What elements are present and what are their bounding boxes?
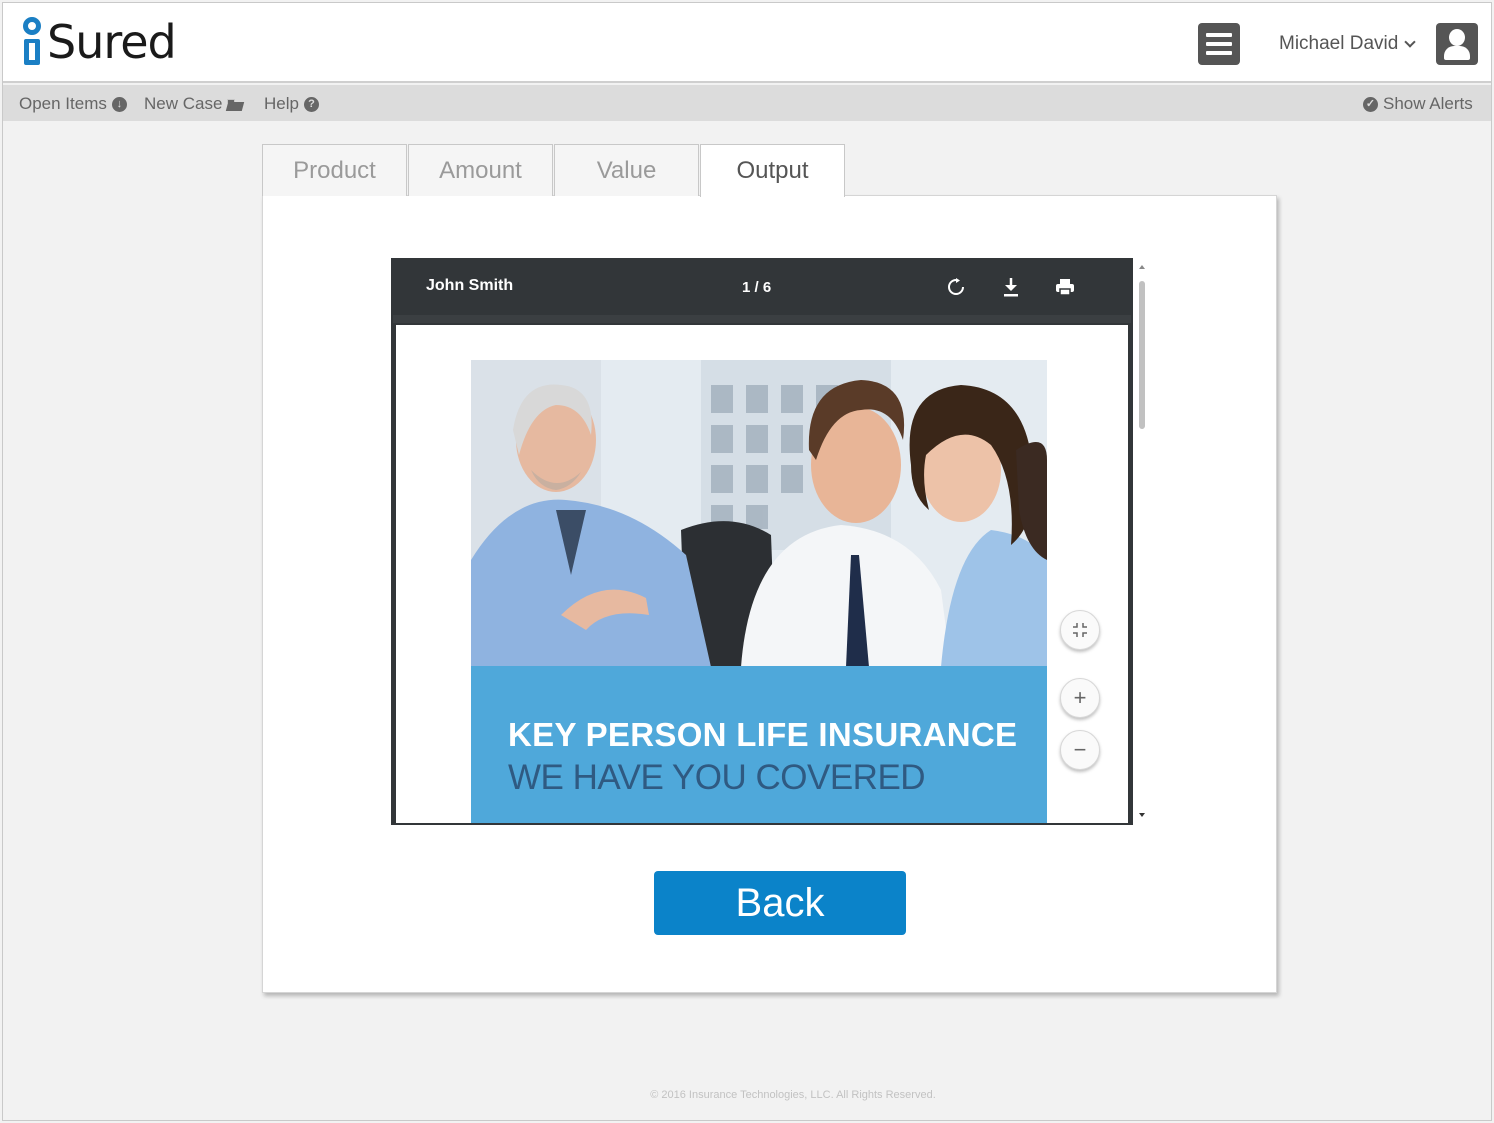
fit-page-button[interactable] (1060, 610, 1100, 650)
back-button[interactable]: Back (654, 871, 906, 935)
pdf-toolbar: John Smith 1 / 6 (393, 260, 1131, 315)
hamburger-menu-button[interactable] (1198, 23, 1240, 65)
pdf-scroll-thumb[interactable] (1139, 281, 1145, 429)
cover-title: KEY PERSON LIFE INSURANCE (508, 716, 1018, 753)
logo-mark-icon (21, 17, 43, 69)
rotate-icon[interactable] (945, 276, 967, 298)
zoom-out-button[interactable]: − (1060, 730, 1100, 770)
help-label: Help (264, 94, 299, 113)
tab-amount[interactable]: Amount (408, 144, 553, 196)
cover-page: KEY PERSON LIFE INSURANCE WE HAVE YOU CO… (471, 360, 1047, 823)
tab-value[interactable]: Value (554, 144, 699, 196)
user-menu-dropdown[interactable]: Michael David (1279, 33, 1416, 55)
scroll-down-arrow-icon[interactable] (1139, 813, 1145, 817)
arrow-circle-down-icon: ↓ (111, 96, 127, 112)
cover-banner: KEY PERSON LIFE INSURANCE WE HAVE YOU CO… (471, 666, 1047, 823)
minus-icon: − (1073, 737, 1087, 762)
open-items-label: Open Items (19, 94, 107, 113)
logo-text: Sured (47, 15, 177, 69)
hamburger-icon (1206, 33, 1232, 37)
cover-subtitle: WE HAVE YOU COVERED (508, 758, 926, 797)
secondary-nav: Open Items ↓ New Case Help ? ✓ Show Aler… (3, 85, 1491, 121)
app-window: Sured Michael David Open Items ↓ New Cas… (2, 2, 1492, 1121)
folder-open-icon (226, 98, 245, 111)
show-alerts-label: Show Alerts (1383, 94, 1473, 113)
help-link[interactable]: Help ? (264, 94, 319, 114)
user-avatar-button[interactable] (1436, 23, 1478, 65)
wizard-tabs: Product Amount Value Output (262, 144, 846, 197)
print-icon[interactable] (1054, 276, 1076, 298)
new-case-label: New Case (144, 94, 223, 113)
page-indicator: 1 / 6 (742, 279, 772, 296)
chevron-down-icon (1404, 35, 1416, 48)
business-meeting-photo (471, 360, 1047, 667)
pdf-page: KEY PERSON LIFE INSURANCE WE HAVE YOU CO… (396, 325, 1128, 823)
download-icon[interactable] (1000, 276, 1022, 298)
question-circle-icon: ? (303, 96, 319, 112)
user-icon (1449, 29, 1465, 46)
new-case-link[interactable]: New Case (144, 94, 245, 114)
show-alerts-link[interactable]: ✓ Show Alerts (1363, 94, 1473, 114)
tab-output[interactable]: Output (700, 144, 845, 197)
open-items-link[interactable]: Open Items ↓ (19, 94, 127, 114)
pdf-viewer: John Smith 1 / 6 KEY PERSON LIFE INSURAN… (391, 258, 1133, 825)
copyright-footer: © 2016 Insurance Technologies, LLC. All … (650, 1089, 936, 1101)
plus-icon: + (1073, 685, 1087, 710)
scroll-up-arrow-icon[interactable] (1139, 265, 1145, 269)
compress-icon (1073, 623, 1087, 637)
user-name: Michael David (1279, 33, 1399, 54)
top-header: Sured Michael David (3, 3, 1491, 83)
document-name: John Smith (426, 277, 514, 294)
tab-product[interactable]: Product (262, 144, 407, 196)
zoom-in-button[interactable]: + (1060, 678, 1100, 718)
isured-logo[interactable]: Sured (21, 13, 177, 69)
check-circle-icon: ✓ (1363, 96, 1378, 112)
